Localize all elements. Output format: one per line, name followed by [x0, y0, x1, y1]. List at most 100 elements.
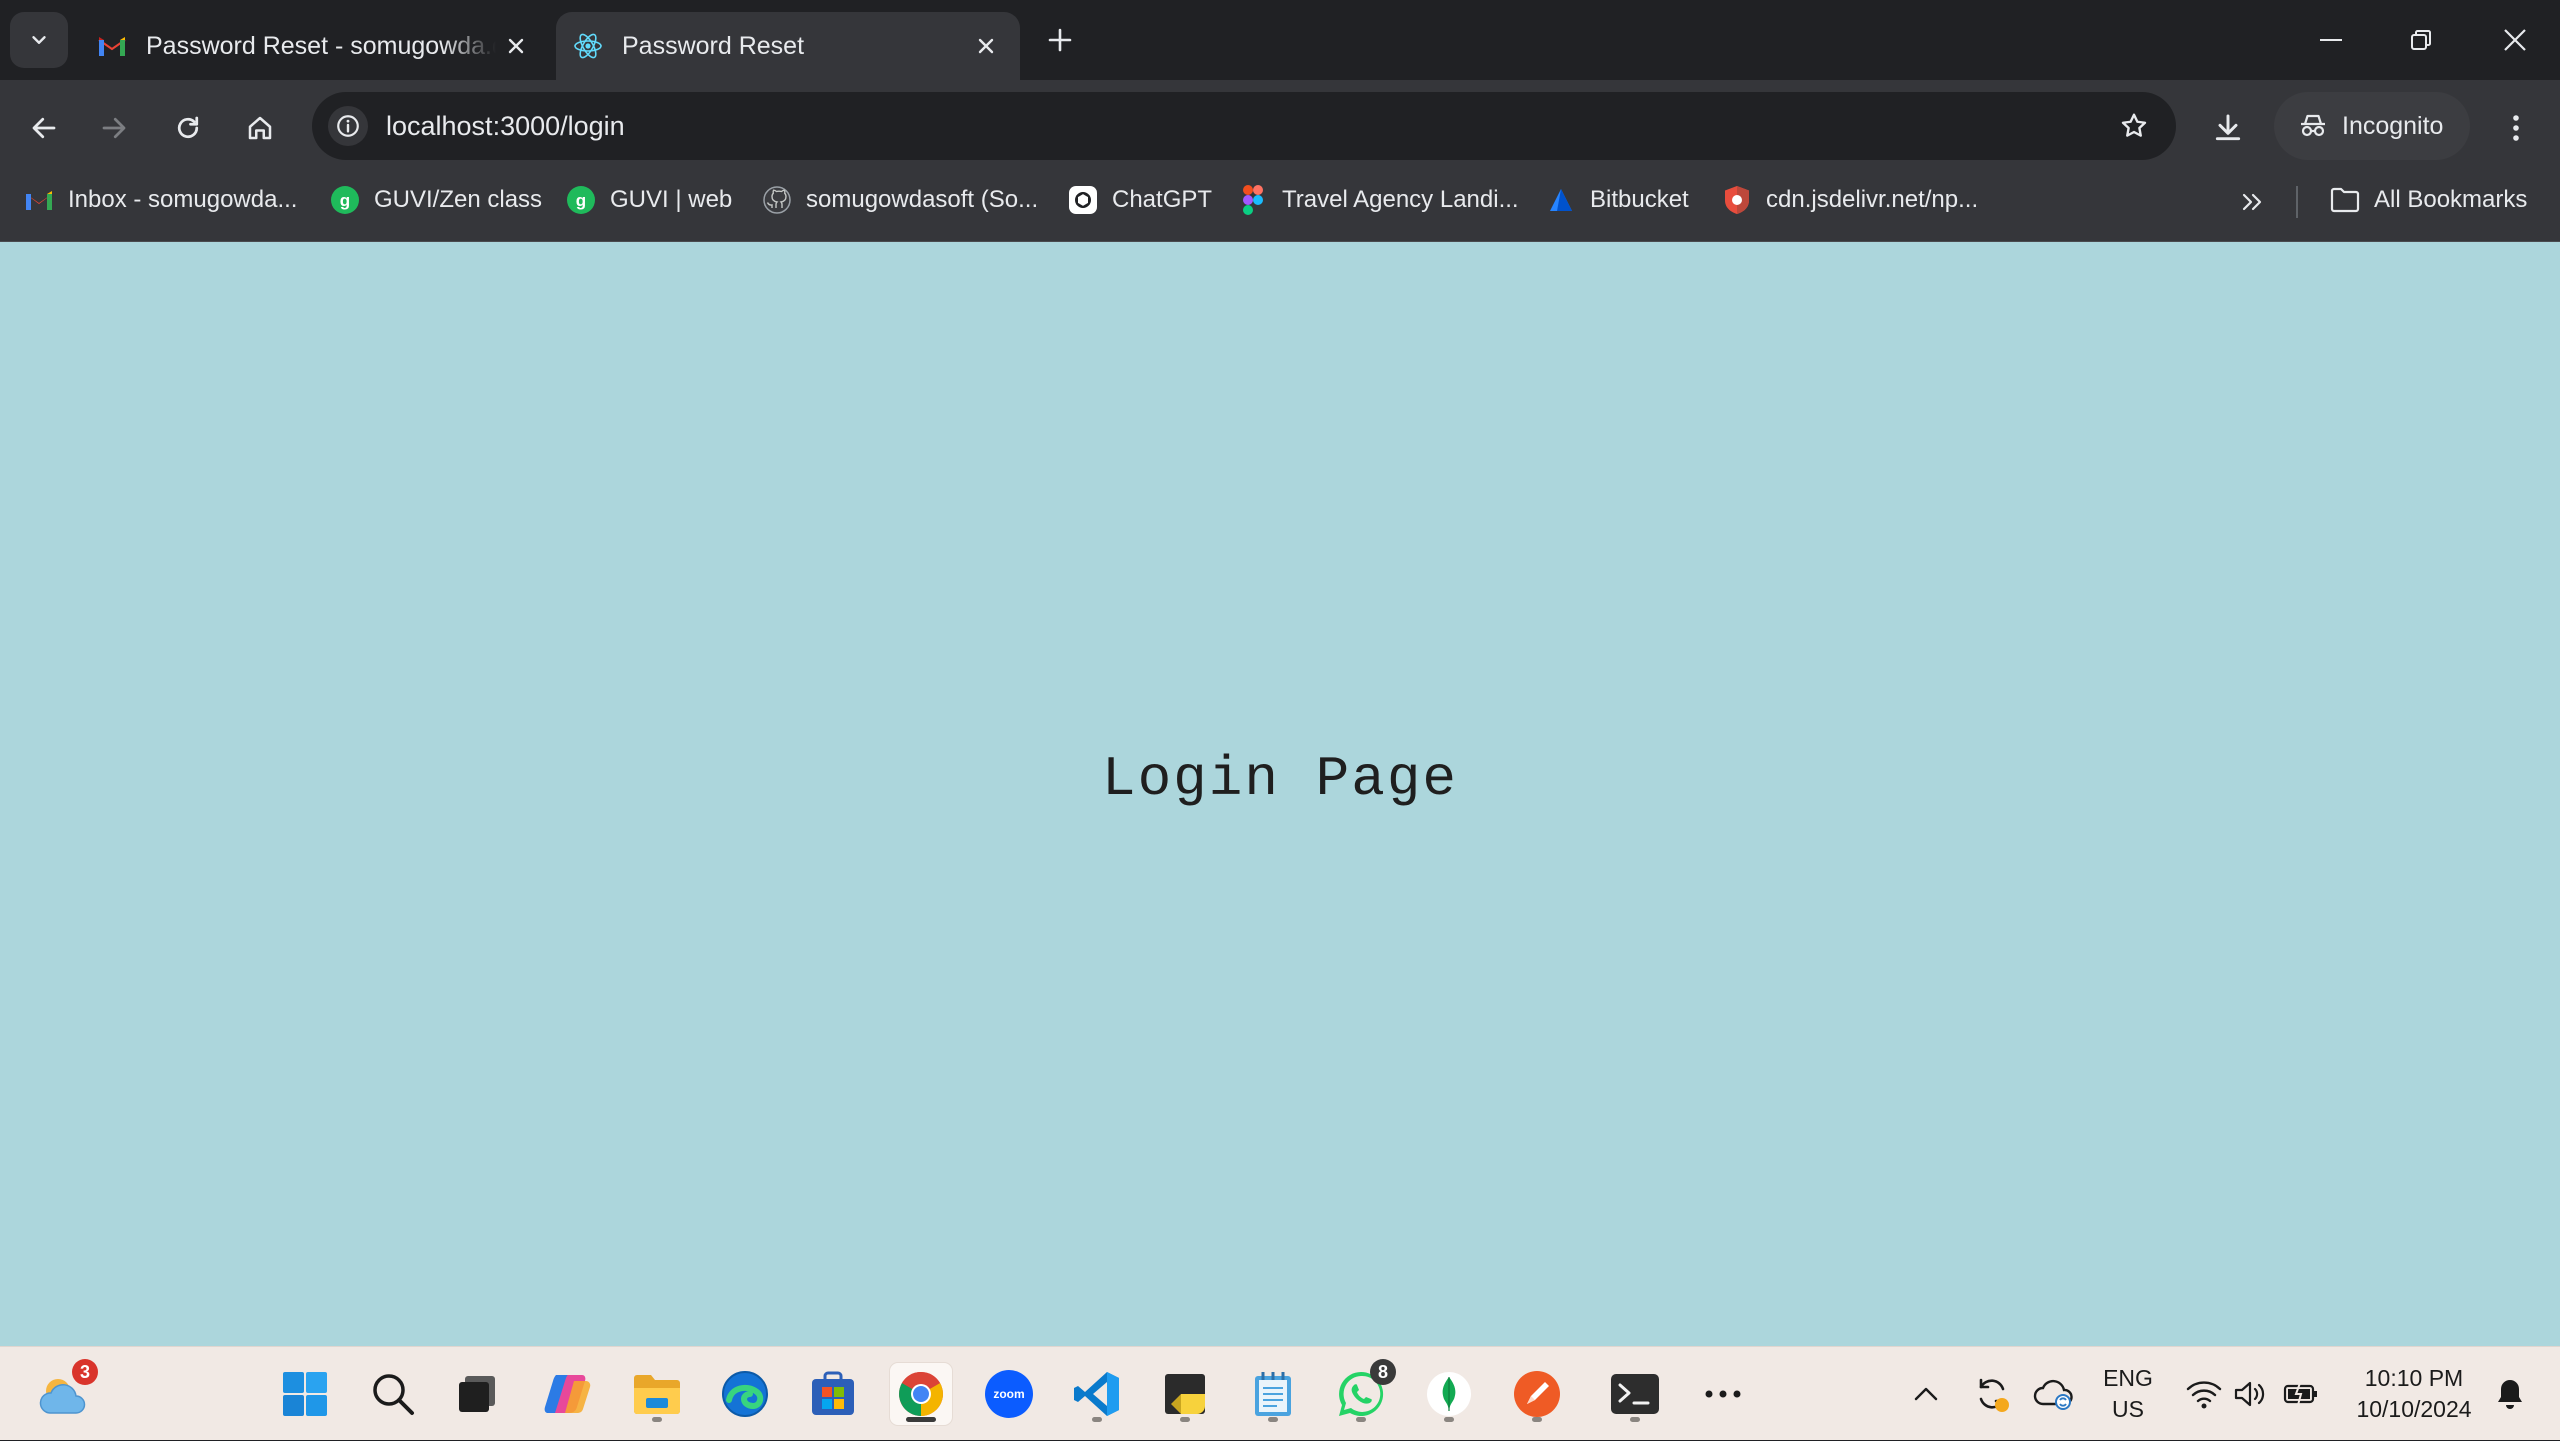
taskbar-vscode[interactable] [1066, 1363, 1128, 1425]
tray-onedrive[interactable] [2026, 1347, 2082, 1441]
taskbar-notepad[interactable] [1242, 1363, 1304, 1425]
bookmark-star-icon[interactable] [2114, 106, 2154, 146]
chrome-icon [899, 1372, 943, 1416]
restore-icon [2411, 30, 2431, 50]
bookmarks-divider [2296, 186, 2298, 218]
folder-icon [2330, 185, 2360, 215]
all-bookmarks-button[interactable]: All Bookmarks [2330, 172, 2527, 228]
taskbar-postman[interactable] [1506, 1363, 1568, 1425]
language-code: ENG [2103, 1365, 2153, 1391]
windows-taskbar: 3 zoom 8 ENG US 10:10 PM 10/10/2024 [0, 1346, 2560, 1440]
wifi-icon [2186, 1381, 2222, 1409]
close-tab-icon[interactable] [496, 26, 536, 66]
plus-icon [1048, 28, 1072, 52]
bookmark-chatgpt[interactable]: ChatGPT [1068, 172, 1212, 228]
search-icon [373, 1374, 414, 1415]
more-bookmarks-button[interactable] [2232, 184, 2272, 220]
bookmark-guvi-zen[interactable]: g GUVI/Zen class [330, 172, 542, 228]
taskbar-terminal[interactable] [1604, 1363, 1666, 1425]
whatsapp-badge: 8 [1370, 1359, 1396, 1385]
taskbar-file-explorer[interactable] [626, 1363, 688, 1425]
bookmark-label: Inbox - somugowda... [68, 186, 298, 213]
bookmark-guvi-web[interactable]: g GUVI | web [566, 172, 732, 228]
chevron-up-icon [1914, 1387, 1938, 1401]
url-text[interactable]: localhost:3000/login [386, 92, 625, 160]
taskbar-whatsapp[interactable]: 8 [1330, 1359, 1396, 1425]
bookmarks-bar: Inbox - somugowda... g GUVI/Zen class g … [0, 172, 2560, 242]
guvi-icon: g [330, 185, 360, 215]
taskbar-zoom[interactable]: zoom [978, 1363, 1040, 1425]
incognito-profile-button[interactable]: Incognito [2274, 92, 2470, 160]
taskbar-edge[interactable] [714, 1363, 776, 1425]
taskbar-chrome[interactable] [890, 1363, 952, 1425]
taskbar-search[interactable] [362, 1363, 424, 1425]
forward-button[interactable] [90, 104, 138, 152]
figma-icon [1238, 185, 1268, 215]
bookmark-travel-agency[interactable]: Travel Agency Landi... [1238, 172, 1519, 228]
tray-battery[interactable] [2276, 1347, 2326, 1441]
notifications-button[interactable] [2484, 1347, 2536, 1441]
downloads-button[interactable] [2204, 104, 2252, 152]
close-icon [2504, 29, 2526, 51]
clock[interactable]: 10:10 PM 10/10/2024 [2340, 1347, 2488, 1441]
volume-icon [2234, 1381, 2265, 1407]
taskbar-task-view[interactable] [446, 1363, 508, 1425]
running-indicator [652, 1417, 662, 1422]
taskbar-more-apps[interactable] [1692, 1363, 1754, 1425]
back-button[interactable] [20, 104, 68, 152]
onedrive-sync-icon [2033, 1379, 2073, 1410]
language-indicator[interactable]: ENG US [2088, 1347, 2168, 1441]
bitbucket-icon [1546, 185, 1576, 215]
tab-title: Password Reset - somugowda.dev@gmail.com [146, 31, 496, 60]
restore-button[interactable] [2376, 0, 2466, 80]
tray-network[interactable] [2178, 1347, 2230, 1441]
reload-icon [177, 116, 199, 139]
weather-badge: 3 [72, 1359, 98, 1385]
browser-menu-button[interactable] [2492, 104, 2540, 152]
tab-search-button[interactable] [10, 12, 68, 68]
gmail-icon [24, 185, 54, 215]
bookmark-inbox[interactable]: Inbox - somugowda... [24, 172, 297, 228]
github-icon [762, 185, 792, 215]
mongodb-leaf-icon [1427, 1372, 1471, 1416]
clock-time: 10:10 PM [2364, 1365, 2464, 1391]
taskbar-sticky-notes[interactable] [1154, 1363, 1216, 1425]
home-button[interactable] [236, 104, 284, 152]
tab-gmail[interactable]: Password Reset - somugowda.dev@gmail.com [80, 12, 550, 80]
gmail-icon [96, 30, 128, 62]
tab-title: Password Reset [622, 31, 805, 60]
tab-password-reset[interactable]: Password Reset [556, 12, 1020, 80]
postman-icon [1514, 1371, 1560, 1417]
close-tab-icon[interactable] [966, 26, 1006, 66]
bookmark-label: cdn.jsdelivr.net/np... [1766, 186, 1979, 213]
bookmark-github[interactable]: somugowdasoft (So... [762, 172, 1038, 228]
profile-label: Incognito [2342, 111, 2444, 140]
bookmark-label: GUVI/Zen class [374, 186, 543, 213]
minimize-button[interactable] [2286, 0, 2376, 80]
site-info-icon[interactable] [328, 106, 368, 146]
new-tab-button[interactable] [1040, 20, 1080, 60]
reload-button[interactable] [164, 104, 212, 152]
show-hidden-icons-button[interactable] [1900, 1347, 1952, 1441]
copilot-icon [544, 1375, 591, 1413]
taskbar-mongodb-compass[interactable] [1418, 1363, 1480, 1425]
more-vert-icon [2513, 115, 2519, 141]
windows-start-icon [283, 1372, 327, 1416]
bookmark-bitbucket[interactable]: Bitbucket [1546, 172, 1689, 228]
microsoft-store-icon [812, 1371, 854, 1415]
address-bar[interactable]: localhost:3000/login [312, 92, 2176, 160]
close-window-button[interactable] [2470, 0, 2560, 80]
taskbar-copilot[interactable] [538, 1363, 600, 1425]
tray-sync-app[interactable] [1964, 1347, 2020, 1441]
svg-text:zoom: zoom [993, 1387, 1024, 1401]
sticky-notes-icon [1165, 1374, 1205, 1414]
bookmark-label: somugowdasoft (So... [806, 186, 1039, 213]
taskbar-store[interactable] [802, 1363, 864, 1425]
bookmark-jsdelivr[interactable]: cdn.jsdelivr.net/np... [1722, 172, 1978, 228]
taskbar-start[interactable] [274, 1363, 336, 1425]
tray-volume[interactable] [2226, 1347, 2274, 1441]
weather-widget[interactable]: 3 [32, 1359, 98, 1425]
react-icon [572, 30, 604, 62]
running-indicator [1532, 1417, 1542, 1422]
running-indicator [1268, 1417, 1278, 1422]
